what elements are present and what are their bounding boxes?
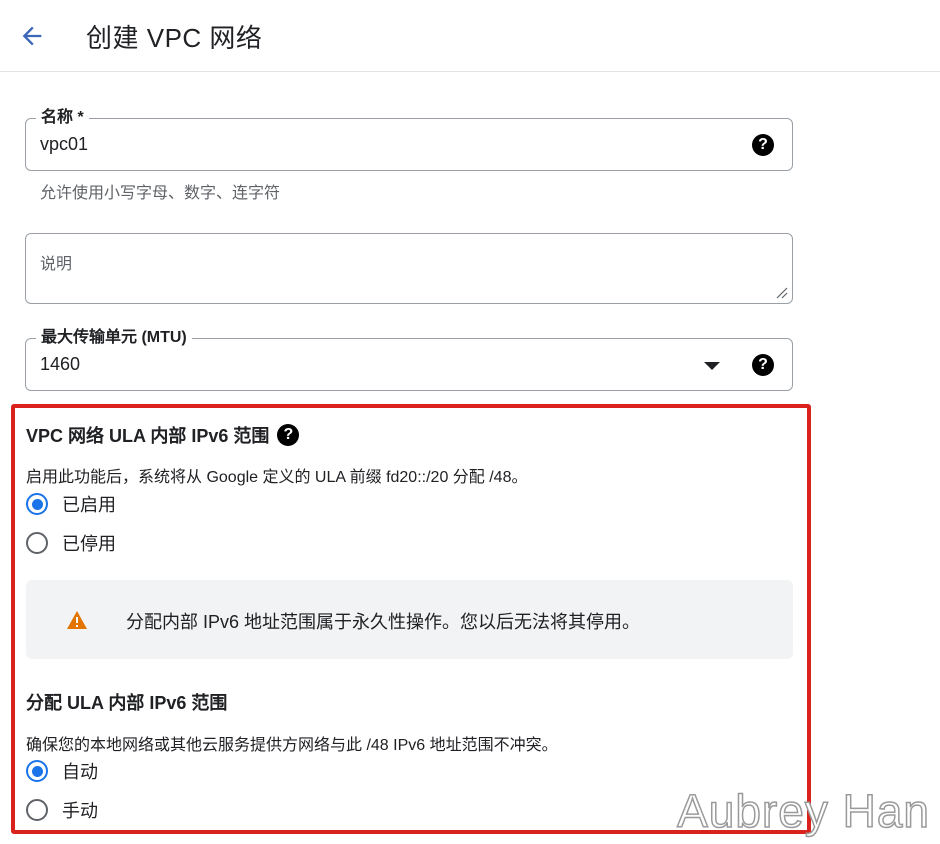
radio-manual-label: 手动 [62, 801, 98, 821]
radio-manual[interactable]: 手动 [26, 797, 98, 823]
warning-callout: 分配内部 IPv6 地址范围属于永久性操作。您以后无法将其停用。 [26, 580, 793, 659]
help-icon[interactable]: ? [277, 424, 300, 446]
allocate-section-description: 确保您的本地网络或其他云服务提供方网络与此 /48 IPv6 地址范围不冲突。 [26, 737, 558, 754]
page-title: 创建 VPC 网络 [86, 23, 263, 53]
radio-enabled-label: 已启用 [62, 495, 116, 515]
help-icon[interactable]: ? [752, 354, 774, 376]
ula-section-title: VPC 网络 ULA 内部 IPv6 范围 ? [26, 422, 300, 448]
mtu-select[interactable]: 最大传输单元 (MTU) 1460 ? [25, 328, 793, 391]
name-field-value[interactable]: vpc01 [40, 134, 88, 155]
description-textarea[interactable]: 说明 [25, 233, 793, 304]
name-field[interactable]: 名称 * vpc01 ? [25, 108, 793, 171]
mtu-field-value[interactable]: 1460 [40, 354, 80, 375]
radio-enabled[interactable]: 已启用 [26, 491, 116, 517]
warning-text: 分配内部 IPv6 地址范围属于永久性操作。您以后无法将其停用。 [126, 612, 641, 632]
radio-disabled-label: 已停用 [62, 534, 116, 554]
resize-handle-icon[interactable] [774, 285, 788, 299]
warning-icon [67, 611, 87, 629]
radio-automatic-label: 自动 [62, 762, 98, 782]
ula-section-title-text: VPC 网络 ULA 内部 IPv6 范围 [26, 426, 270, 446]
radio-automatic[interactable]: 自动 [26, 758, 98, 784]
radio-disabled[interactable]: 已停用 [26, 530, 116, 556]
radio-unchecked-icon[interactable] [26, 532, 48, 554]
ula-section-description: 启用此功能后，系统将从 Google 定义的 ULA 前缀 fd20::/20 … [26, 469, 528, 486]
watermark: Aubrey Han [676, 784, 930, 838]
arrow-back-icon [22, 26, 42, 46]
radio-checked-icon[interactable] [26, 760, 48, 782]
page-header: 创建 VPC 网络 [0, 0, 940, 72]
help-icon[interactable]: ? [752, 134, 774, 156]
description-placeholder: 说明 [40, 256, 73, 273]
dropdown-arrow-icon[interactable] [704, 362, 720, 370]
radio-unchecked-icon[interactable] [26, 799, 48, 821]
name-field-hint: 允许使用小写字母、数字、连字符 [40, 185, 281, 202]
radio-checked-icon[interactable] [26, 493, 48, 515]
mtu-field-label: 最大传输单元 (MTU) [36, 328, 192, 348]
allocate-section-title: 分配 ULA 内部 IPv6 范围 [26, 693, 228, 713]
name-field-label: 名称 * [36, 108, 89, 128]
back-button[interactable] [14, 18, 50, 54]
